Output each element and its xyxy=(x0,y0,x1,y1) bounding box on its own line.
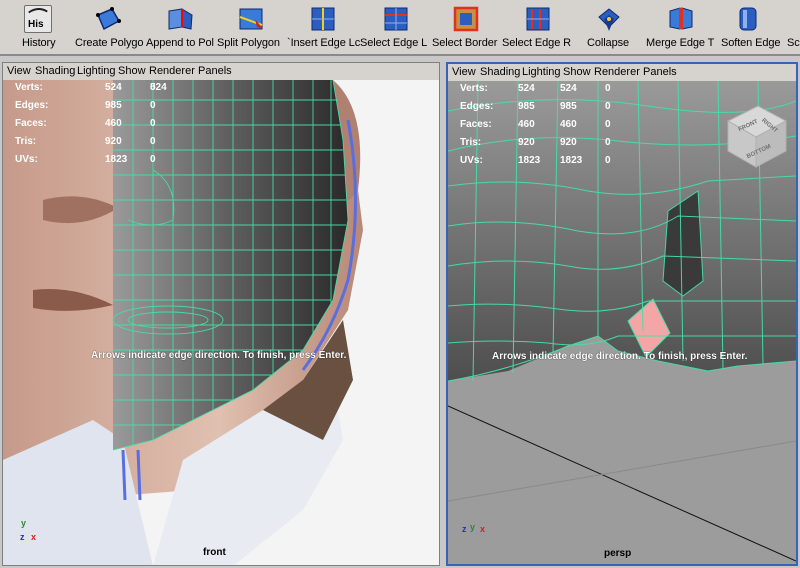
create-polygon-icon xyxy=(94,5,122,33)
panel-menubar-front: View Shading Lighting Show Renderer Pane… xyxy=(3,63,439,80)
menu-panels[interactable]: Panels xyxy=(643,66,677,78)
menu-view[interactable]: View xyxy=(452,66,476,78)
edge-loop-hint-persp: Arrows indicate edge direction. To finis… xyxy=(492,351,748,362)
select-edge-ring-icon xyxy=(524,5,552,33)
split-polygon-button[interactable]: Split Polygon xyxy=(217,4,287,54)
menu-lighting[interactable]: Lighting xyxy=(77,65,116,77)
soften-edge-button[interactable]: Soften Edge xyxy=(720,4,786,54)
menu-renderer[interactable]: Renderer xyxy=(594,66,640,78)
menu-renderer[interactable]: Renderer xyxy=(149,65,195,77)
history-button[interactable]: His History xyxy=(10,4,68,54)
shelf-toolbar: His History Create Polygo Append to Pol … xyxy=(0,0,800,56)
axis-z-label: z xyxy=(462,524,467,534)
camera-label-front: front xyxy=(203,547,226,558)
merge-edge-icon xyxy=(667,5,695,33)
front-viewport-canvas[interactable]: Verts: 524 524 0 Edges: 985 0 Faces: 460 0 Tri… xyxy=(3,80,439,565)
edge-loop-hint-front: Arrows indicate edge direction. To finis… xyxy=(91,350,347,361)
select-edge-ring-button[interactable]: Select Edge R xyxy=(502,4,576,54)
axis-x-label: x xyxy=(31,532,37,542)
select-border-button[interactable]: Select Border xyxy=(432,4,502,54)
menu-view[interactable]: View xyxy=(7,65,31,77)
persp-viewport-panel[interactable]: View Shading Lighting Show Renderer Pane… xyxy=(446,62,798,566)
axis-y-label: y xyxy=(21,518,27,528)
axis-x-label: x xyxy=(480,524,486,534)
menu-show[interactable]: Show xyxy=(118,65,146,77)
merge-edge-button[interactable]: Merge Edge T xyxy=(645,4,717,54)
append-polygon-icon xyxy=(166,5,194,33)
persp-scene xyxy=(448,81,796,564)
menu-lighting[interactable]: Lighting xyxy=(522,66,561,78)
menu-show[interactable]: Show xyxy=(563,66,591,78)
axis-y-label: y xyxy=(470,522,476,532)
split-polygon-icon xyxy=(237,5,265,33)
more-tool-button[interactable]: Sc xyxy=(786,4,800,54)
camera-label-persp: persp xyxy=(604,548,632,559)
menu-shading[interactable]: Shading xyxy=(35,65,75,77)
front-viewport-panel[interactable]: View Shading Lighting Show Renderer Pane… xyxy=(2,62,440,566)
history-icon: His xyxy=(24,5,52,33)
select-edge-loop-icon xyxy=(382,5,410,33)
soften-edge-icon xyxy=(734,5,762,33)
collapse-icon xyxy=(595,5,623,33)
front-scene xyxy=(3,80,439,565)
append-polygon-button[interactable]: Append to Pol xyxy=(146,4,216,54)
select-border-icon xyxy=(452,5,480,33)
insert-edge-loop-button[interactable]: `Insert Edge Lc xyxy=(287,4,360,54)
persp-viewport-canvas[interactable]: Verts: 524 524 0 Edges: 985 985 0 Faces: 460 460… xyxy=(448,81,796,564)
menu-panels[interactable]: Panels xyxy=(198,65,232,77)
create-polygon-button[interactable]: Create Polygo xyxy=(74,4,144,54)
insert-edge-loop-icon xyxy=(309,5,337,33)
menu-shading[interactable]: Shading xyxy=(480,66,520,78)
collapse-button[interactable]: Collapse xyxy=(583,4,639,54)
select-edge-loop-button[interactable]: Select Edge L xyxy=(360,4,430,54)
panel-menubar-persp: View Shading Lighting Show Renderer Pane… xyxy=(448,64,796,81)
axis-z-label: z xyxy=(20,532,25,542)
